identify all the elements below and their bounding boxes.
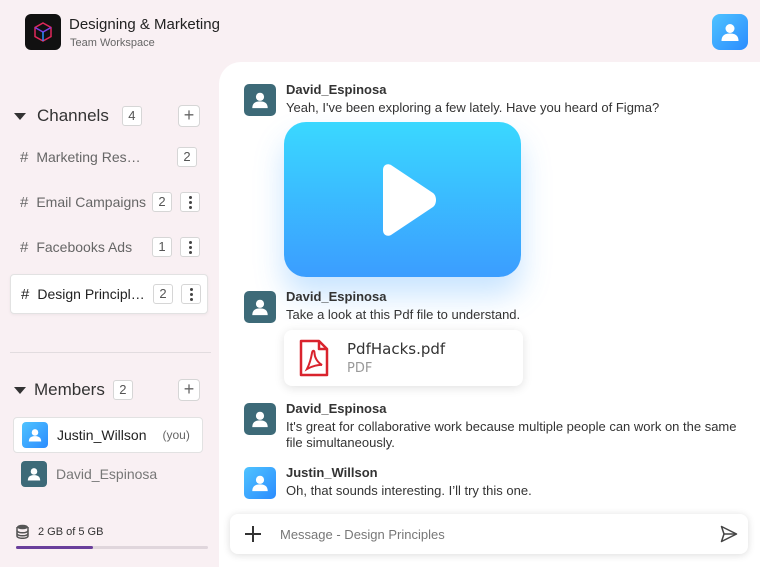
hash-icon: # — [20, 238, 29, 256]
chat-panel: David_Espinosa Yeah, I've been exploring… — [219, 62, 760, 567]
add-member-button[interactable]: + — [178, 379, 200, 401]
play-icon — [382, 163, 436, 236]
avatar[interactable] — [244, 291, 276, 323]
hash-icon: # — [20, 193, 29, 211]
workspace-subtitle: Team Workspace — [70, 37, 155, 49]
channel-count-badge: 1 — [152, 237, 172, 257]
you-tag: (you) — [162, 428, 190, 442]
channel-name: Design Principles — [37, 286, 146, 302]
channel-options-icon[interactable] — [180, 237, 200, 257]
channel-item-marketing-research[interactable]: # Marketing Research 2 — [10, 137, 208, 177]
message-sender: David_Espinosa — [286, 82, 387, 97]
user-icon — [252, 411, 268, 428]
message-text: Yeah, I've been exploring a few lately. … — [286, 100, 660, 115]
avatar — [22, 422, 48, 448]
message-text: Oh, that sounds interesting. I’ll try th… — [286, 483, 532, 498]
hash-icon: # — [20, 148, 29, 166]
channel-count-badge: 2 — [152, 192, 172, 212]
video-attachment[interactable] — [284, 122, 521, 277]
message-input[interactable] — [280, 526, 700, 542]
member-item-david-espinosa[interactable]: David_Espinosa — [13, 456, 203, 492]
attachment-name: PdfHacks.pdf — [347, 340, 446, 358]
message-text: It's great for collaborative work becaus… — [286, 419, 737, 450]
avatar[interactable] — [244, 467, 276, 499]
cube-logo-icon — [34, 22, 52, 42]
message-sender: Justin_Willson — [286, 465, 378, 480]
members-count-badge: 2 — [112, 380, 133, 400]
add-channel-button[interactable]: + — [178, 105, 200, 127]
channel-item-email-campaigns[interactable]: # Email Campaigns 2 — [10, 182, 208, 222]
pdf-file-icon — [299, 339, 329, 377]
user-icon — [721, 24, 739, 41]
message-sender: David_Espinosa — [286, 401, 387, 416]
storage-label: 2 GB of 5 GB — [38, 525, 104, 538]
member-item-justin-willson[interactable]: Justin_Willson (you) — [13, 417, 203, 453]
members-title: Members — [34, 380, 105, 399]
add-attachment-button[interactable] — [244, 525, 262, 543]
channels-count-badge: 4 — [121, 106, 142, 126]
user-icon — [252, 92, 268, 109]
user-icon — [252, 475, 268, 492]
message-composer — [230, 514, 748, 554]
channel-options-icon[interactable] — [181, 284, 201, 304]
channels-header[interactable]: Channels 4 — [14, 104, 142, 128]
channel-name: Email Campaigns — [36, 194, 147, 210]
avatar[interactable] — [244, 403, 276, 435]
members-header[interactable]: Members 2 — [14, 378, 133, 402]
member-name: David_Espinosa — [56, 466, 158, 482]
storage-progress-bar — [16, 546, 208, 549]
workspace-logo[interactable] — [25, 14, 61, 50]
channel-name: Marketing Research — [36, 149, 148, 165]
workspace-title: Designing & Marketing — [69, 16, 220, 33]
channel-count-badge: 2 — [177, 147, 197, 167]
app-header: Designing & Marketing Team Workspace — [0, 0, 760, 62]
storage-progress-fill — [16, 546, 93, 549]
pdf-attachment[interactable]: PdfHacks.pdf PDF — [284, 330, 523, 386]
user-icon — [28, 429, 42, 442]
message-sender: David_Espinosa — [286, 289, 387, 304]
database-icon — [16, 524, 29, 539]
channel-item-design-principles[interactable]: # Design Principles 2 — [10, 274, 208, 314]
sidebar-divider — [10, 352, 211, 353]
send-icon[interactable] — [720, 525, 738, 543]
channel-item-facebooks-ads[interactable]: # Facebooks Ads 1 — [10, 227, 208, 267]
channel-options-icon[interactable] — [180, 192, 200, 212]
channel-count-badge: 2 — [153, 284, 173, 304]
hash-icon: # — [21, 285, 30, 303]
caret-down-icon — [14, 112, 26, 120]
sidebar: Channels 4 + # Marketing Research 2 # Em… — [0, 62, 219, 567]
storage-usage: 2 GB of 5 GB — [16, 524, 103, 539]
caret-down-icon — [14, 386, 26, 394]
channels-title: Channels — [37, 106, 109, 125]
message-text: Take a look at this Pdf file to understa… — [286, 307, 521, 322]
attachment-type: PDF — [347, 361, 373, 376]
user-icon — [27, 468, 41, 481]
user-icon — [252, 299, 268, 316]
member-name: Justin_Willson — [57, 427, 147, 443]
avatar[interactable] — [244, 84, 276, 116]
profile-avatar-button[interactable] — [712, 14, 748, 50]
channel-name: Facebooks Ads — [36, 239, 133, 255]
avatar — [21, 461, 47, 487]
